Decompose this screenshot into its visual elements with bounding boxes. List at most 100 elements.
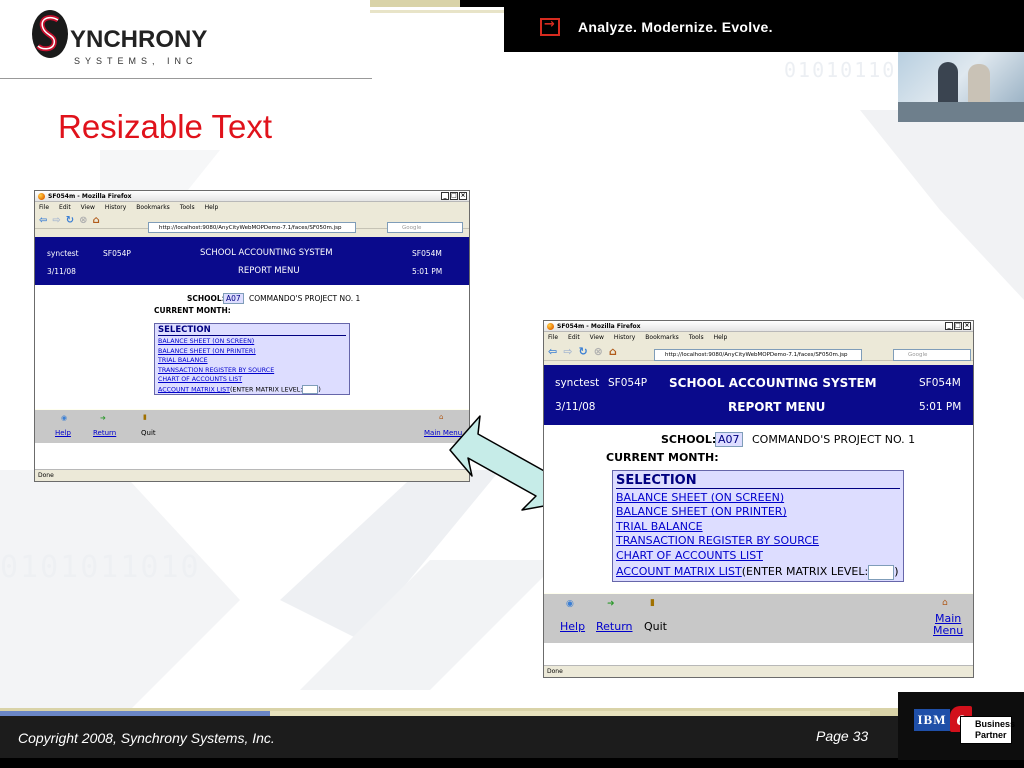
- maximize-button[interactable]: □: [450, 192, 458, 200]
- screen-id: SF054M: [919, 377, 961, 389]
- app-header: synctest SF054P SCHOOL ACCOUNTING SYSTEM…: [35, 237, 469, 285]
- window-titlebar: SF054m - Mozilla Firefox _ □ ×: [35, 191, 469, 202]
- return-icon: ➜: [607, 599, 615, 609]
- current-month-label: CURRENT MONTH:: [606, 451, 719, 464]
- user-id: synctest: [555, 377, 600, 389]
- exit-arrow-icon: [540, 17, 560, 36]
- option-trial-balance[interactable]: TRIAL BALANCE: [158, 356, 346, 366]
- status-text: Done: [547, 668, 563, 675]
- menu-tools[interactable]: Tools: [689, 334, 704, 341]
- menu-edit[interactable]: Edit: [568, 334, 580, 341]
- binary-watermark-bottom: 0101011010: [0, 550, 201, 585]
- matrix-close-paren: ): [318, 386, 321, 394]
- menu-view[interactable]: View: [81, 204, 95, 211]
- matrix-close-paren: ): [894, 565, 899, 579]
- option-balance-sheet-printer[interactable]: BALANCE SHEET (ON PRINTER): [158, 347, 346, 357]
- school-name: COMMANDO'S PROJECT NO. 1: [752, 433, 916, 446]
- window-controls: _ □ ×: [945, 322, 971, 330]
- reload-icon[interactable]: ↻: [66, 215, 74, 226]
- option-balance-sheet-screen[interactable]: BALANCE SHEET (ON SCREEN): [158, 337, 346, 347]
- option-trial-balance[interactable]: TRIAL BALANCE: [616, 520, 900, 534]
- window-titlebar: SF054m - Mozilla Firefox _ □ ×: [544, 321, 973, 332]
- current-month-label: CURRENT MONTH:: [154, 306, 231, 315]
- stop-icon[interactable]: ⊗: [594, 345, 603, 358]
- url-bar[interactable]: http://localhost:9080/AnyCityWebMOPDemo-…: [148, 222, 356, 233]
- tagline: Analyze. Modernize. Evolve.: [578, 19, 773, 35]
- ibm-logo: IBM: [914, 709, 950, 731]
- home-icon[interactable]: ⌂: [93, 215, 100, 226]
- system-title: SCHOOL ACCOUNTING SYSTEM: [669, 376, 877, 390]
- program-id: SF054P: [103, 249, 131, 258]
- return-link[interactable]: Return: [93, 429, 116, 437]
- menu-title: REPORT MENU: [238, 266, 300, 276]
- school-code-field[interactable]: A07: [223, 293, 244, 304]
- help-icon: ◉: [61, 414, 68, 422]
- close-button[interactable]: ×: [459, 192, 467, 200]
- firefox-icon: [38, 192, 45, 200]
- copyright-text: Copyright 2008, Synchrony Systems, Inc.: [18, 730, 275, 746]
- back-arrow-icon[interactable]: ⇦: [548, 345, 557, 358]
- report-menu-area: SCHOOL: A07 COMMANDO'S PROJECT NO. 1 CUR…: [544, 425, 973, 665]
- help-link[interactable]: Help: [560, 620, 585, 633]
- minimize-button[interactable]: _: [945, 322, 953, 330]
- quit-button[interactable]: Quit: [644, 620, 667, 633]
- main-menu-link[interactable]: Main Menu: [933, 613, 963, 637]
- slide-title: Resizable Text: [58, 108, 273, 145]
- page-content: synctest SF054P SCHOOL ACCOUNTING SYSTEM…: [35, 237, 469, 471]
- menu-file[interactable]: File: [548, 334, 558, 341]
- forward-arrow-icon[interactable]: ⇨: [563, 345, 572, 358]
- help-link[interactable]: Help: [55, 429, 71, 437]
- forward-arrow-icon[interactable]: ⇨: [52, 215, 60, 226]
- option-transaction-register[interactable]: TRANSACTION REGISTER BY SOURCE: [616, 534, 900, 548]
- search-box[interactable]: Google: [387, 222, 463, 233]
- option-account-matrix[interactable]: ACCOUNT MATRIX LIST: [616, 565, 742, 578]
- quit-icon: ▮: [650, 598, 655, 608]
- matrix-level-input[interactable]: [868, 564, 895, 580]
- option-transaction-register[interactable]: TRANSACTION REGISTER BY SOURCE: [158, 366, 346, 376]
- option-chart-of-accounts[interactable]: CHART OF ACCOUNTS LIST: [158, 375, 346, 385]
- page-number: Page 33: [816, 728, 869, 744]
- option-balance-sheet-printer[interactable]: BALANCE SHEET (ON PRINTER): [616, 505, 900, 519]
- back-arrow-icon[interactable]: ⇦: [39, 215, 47, 226]
- menu-bookmarks[interactable]: Bookmarks: [645, 334, 679, 341]
- main-menu-icon: ⌂: [942, 598, 948, 608]
- menu-bookmarks[interactable]: Bookmarks: [136, 204, 170, 211]
- home-icon[interactable]: ⌂: [609, 345, 617, 358]
- reload-icon[interactable]: ↻: [578, 345, 587, 358]
- menu-edit[interactable]: Edit: [59, 204, 71, 211]
- selection-panel: SELECTION BALANCE SHEET (ON SCREEN) BALA…: [154, 323, 350, 395]
- url-bar[interactable]: http://localhost:9080/AnyCityWebMOPDemo-…: [654, 349, 862, 361]
- badge-business: Business: [975, 719, 1016, 729]
- search-placeholder: Google: [908, 352, 928, 358]
- menu-view[interactable]: View: [590, 334, 604, 341]
- menu-help[interactable]: Help: [205, 204, 219, 211]
- option-chart-of-accounts[interactable]: CHART OF ACCOUNTS LIST: [616, 549, 900, 563]
- menu-history[interactable]: History: [105, 204, 126, 211]
- school-code-field[interactable]: A07: [715, 432, 743, 447]
- close-button[interactable]: ×: [963, 322, 971, 330]
- header-stripes: [370, 0, 506, 13]
- return-link[interactable]: Return: [596, 620, 633, 633]
- status-text: Done: [38, 472, 54, 479]
- app-footer: ◉ ➜ ▮ ⌂ Help Return Quit Main Menu: [544, 593, 973, 643]
- quit-button[interactable]: Quit: [141, 429, 156, 437]
- help-icon: ◉: [566, 599, 574, 609]
- menu-file[interactable]: File: [39, 204, 49, 211]
- minimize-button[interactable]: _: [441, 192, 449, 200]
- menu-help[interactable]: Help: [714, 334, 728, 341]
- maximize-button[interactable]: □: [954, 322, 962, 330]
- system-title: SCHOOL ACCOUNTING SYSTEM: [200, 248, 333, 258]
- time: 5:01 PM: [412, 267, 443, 276]
- matrix-level-input[interactable]: [302, 384, 319, 394]
- stop-icon[interactable]: ⊗: [79, 215, 87, 226]
- selection-panel: SELECTION BALANCE SHEET (ON SCREEN) BALA…: [612, 470, 904, 582]
- user-id: synctest: [47, 249, 79, 258]
- search-box[interactable]: Google: [893, 349, 971, 361]
- option-balance-sheet-screen[interactable]: BALANCE SHEET (ON SCREEN): [616, 491, 900, 505]
- business-people-photo: [898, 52, 1024, 122]
- school-label: SCHOOL:: [187, 294, 225, 303]
- option-account-matrix[interactable]: ACCOUNT MATRIX LIST: [158, 386, 230, 393]
- menu-tools[interactable]: Tools: [180, 204, 195, 211]
- date: 3/11/08: [555, 401, 596, 413]
- menu-history[interactable]: History: [614, 334, 635, 341]
